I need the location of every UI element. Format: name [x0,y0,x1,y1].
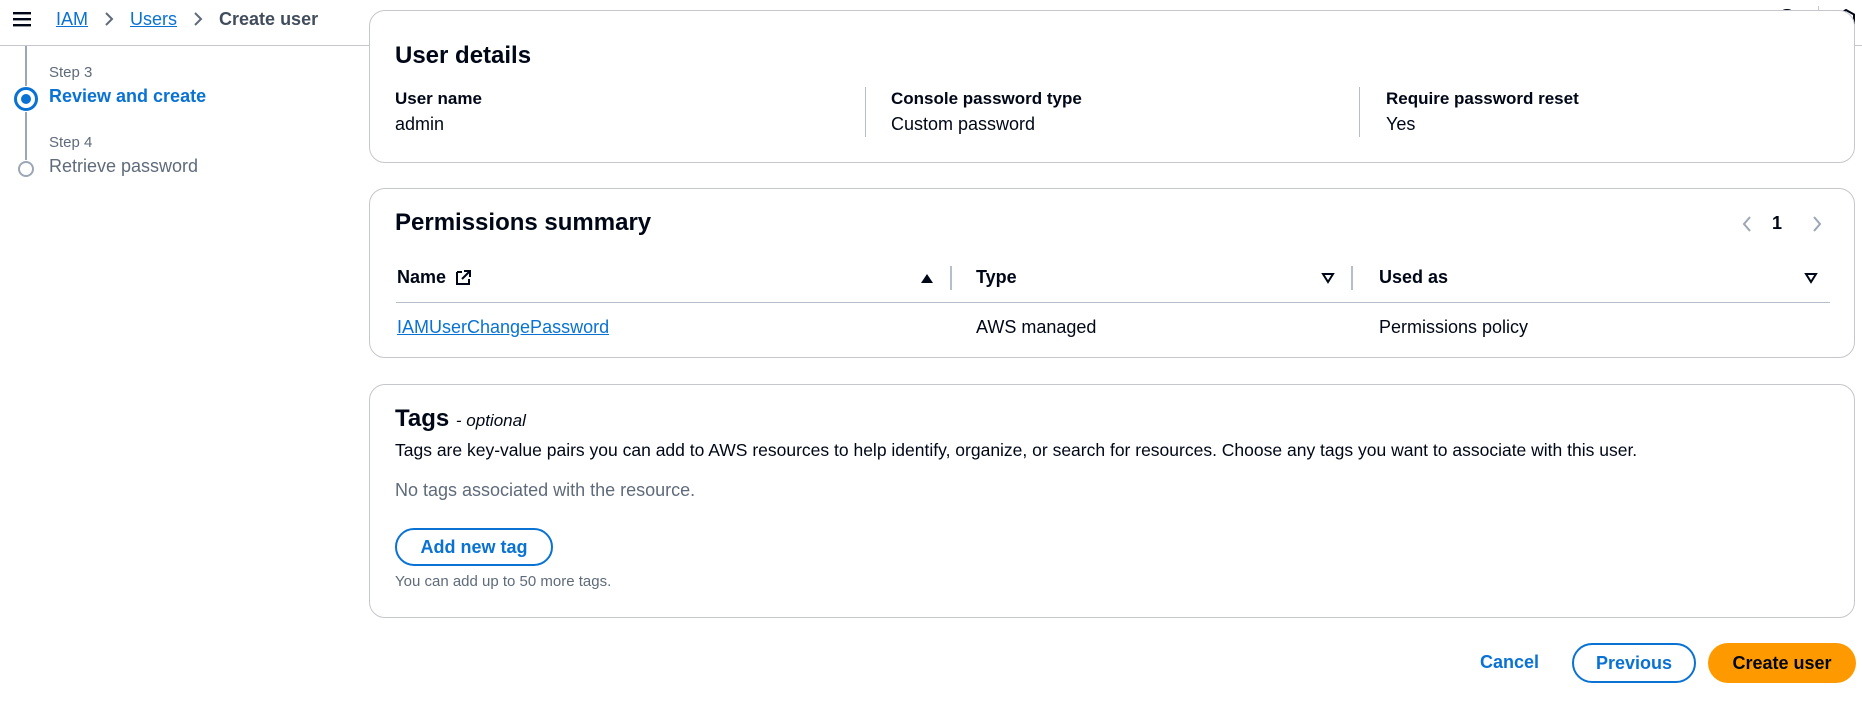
step-review-and-create[interactable]: Review and create [49,86,206,107]
password-reset-value: Yes [1386,114,1416,134]
password-type-value: Custom password [891,114,1036,134]
chevron-right-icon [105,12,114,26]
sort-ascending-icon[interactable] [919,270,935,286]
column-resizer[interactable] [950,266,952,290]
step-active-indicator [14,87,38,111]
column-header-used-as[interactable]: Used as [1379,267,1448,288]
breadcrumb-iam[interactable]: IAM [56,9,88,30]
external-link-icon [456,269,472,285]
tags-description: Tags are key-value pairs you can add to … [395,440,1638,460]
add-new-tag-button[interactable]: Add new tag [395,528,553,566]
permissions-summary-heading: Permissions summary [395,209,652,236]
tags-optional-label: - optional [455,411,526,430]
table-header-divider [396,302,1830,303]
stepper-connector [25,46,27,86]
policy-link[interactable]: IAMUserChangePassword [397,317,609,337]
user-name-value: admin [395,114,445,134]
table-cell-name: IAMUserChangePassword [397,317,609,338]
table-cell-type: AWS managed [976,317,1097,337]
step-4-label: Step 4 [49,134,93,151]
step-3-label: Step 3 [49,64,93,81]
tags-heading-label: Tags [395,405,450,432]
password-reset-label: Require password reset [1386,89,1579,108]
password-type-label: Console password type [891,89,1082,108]
chevron-right-icon[interactable] [1808,213,1826,235]
breadcrumb-users[interactable]: Users [130,9,177,30]
stepper-connector [25,112,27,160]
column-header-type-label: Type [976,267,1017,287]
sort-unsorted-icon[interactable] [1320,270,1336,286]
menu-icon[interactable] [12,9,34,29]
pagination-page-number[interactable]: 1 [1772,213,1782,234]
tags-heading: Tags - optional [395,405,526,433]
step-retrieve-password: Retrieve password [49,156,199,176]
column-header-type[interactable]: Type [976,267,1017,288]
previous-button[interactable]: Previous [1572,643,1696,683]
column-resizer[interactable] [1351,266,1353,290]
column-header-name[interactable]: Name [397,267,472,288]
user-details-container [369,10,1855,163]
user-name-label: User name [395,89,482,108]
table-cell-used-as: Permissions policy [1379,317,1529,337]
breadcrumb-current: Create user [219,8,319,29]
create-user-button[interactable]: Create user [1708,643,1856,683]
column-header-used-as-label: Used as [1379,267,1449,287]
tags-empty-state: No tags associated with the resource. [395,480,696,500]
step-inactive-indicator [18,161,34,177]
chevron-right-icon [194,12,203,26]
cancel-button[interactable]: Cancel [1480,652,1539,673]
column-divider [1359,87,1360,137]
breadcrumb: IAM Users Create user [56,8,318,30]
sort-unsorted-icon[interactable] [1803,270,1819,286]
column-divider [865,87,866,137]
tags-limit-hint: You can add up to 50 more tags. [395,573,612,590]
chevron-left-icon[interactable] [1738,213,1756,235]
column-header-name-label: Name [397,267,447,287]
user-details-heading: User details [395,42,532,69]
